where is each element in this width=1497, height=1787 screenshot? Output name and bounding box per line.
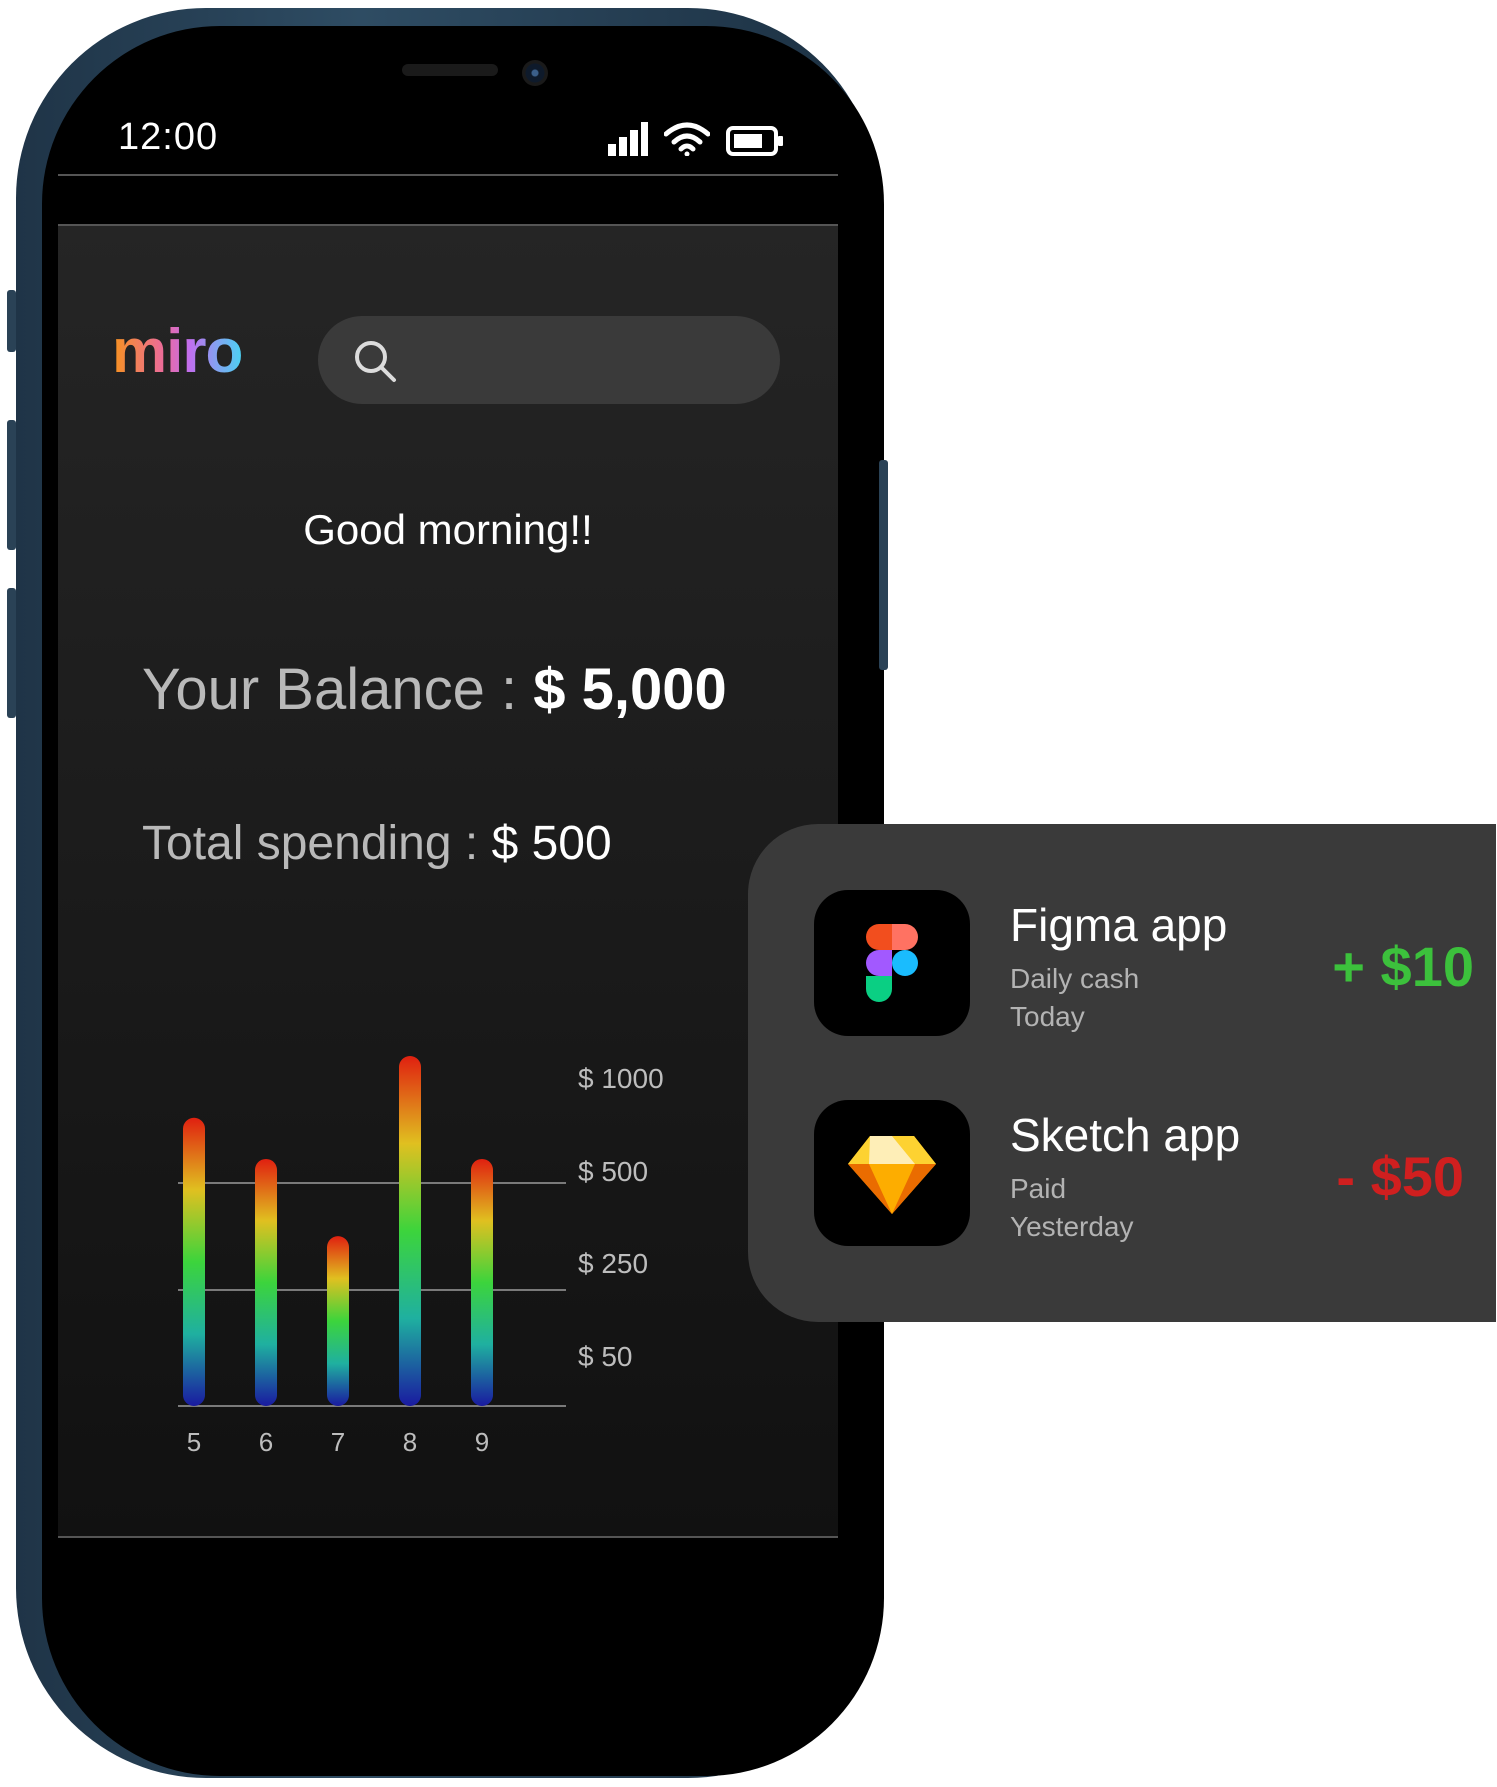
chart-bar (327, 1236, 349, 1406)
transaction-category: Daily cash (1010, 963, 1140, 994)
transaction-name: Sketch app (1010, 1109, 1241, 1161)
chart-bar (399, 1056, 421, 1406)
transaction-amount: - $50 (1336, 1145, 1464, 1208)
chart-y-tick-label: $ 500 (578, 1156, 648, 1187)
chart-y-tick-label: $ 50 (578, 1341, 633, 1372)
front-camera-icon (522, 60, 548, 86)
wifi-icon (664, 122, 710, 156)
transaction-category: Paid (1010, 1173, 1067, 1204)
phone-volume-up-button (7, 420, 16, 550)
figma-logo-icon (814, 890, 970, 1036)
chart-x-tick-label: 8 (403, 1427, 417, 1457)
status-icons (608, 122, 784, 156)
spending-bar-chart: 5 6 7 8 9 $ 1000 $ 500 $ 250 $ 50 (178, 1056, 664, 1457)
transaction-name: Figma app (1010, 899, 1228, 951)
chart-x-tick-label: 7 (331, 1427, 345, 1457)
chart-bar (183, 1117, 205, 1406)
transaction-date: Yesterday (1010, 1211, 1134, 1242)
app-screen: miro Good morning!! Your Balance : $ 5,0… (58, 224, 838, 1538)
chart-bar (471, 1158, 493, 1406)
chart-bar (255, 1158, 277, 1406)
chart-x-tick-label: 5 (187, 1427, 201, 1457)
transaction-details: Daily cash Today (1010, 960, 1139, 1036)
transaction-row[interactable]: Figma app Daily cash Today + $10 (814, 890, 1474, 1036)
chart-x-tick-label: 9 (475, 1427, 489, 1457)
status-time: 12:00 (118, 116, 219, 158)
transaction-amount: + $10 (1332, 935, 1474, 998)
transactions-card: Figma app Daily cash Today + $10 Sketch … (748, 824, 1496, 1322)
transaction-row[interactable]: Sketch app Paid Yesterday - $50 (814, 1100, 1474, 1246)
phone-volume-down-button (7, 588, 16, 718)
chart-y-tick-label: $ 250 (578, 1248, 648, 1279)
phone-side-button (7, 290, 16, 352)
transaction-date: Today (1010, 1001, 1085, 1032)
battery-icon (726, 126, 783, 156)
signal-icon (608, 122, 648, 156)
phone-speaker (402, 64, 498, 76)
sketch-logo-icon (814, 1100, 970, 1246)
chart-x-tick-label: 6 (259, 1427, 273, 1457)
phone-power-button (879, 460, 888, 670)
transaction-details: Paid Yesterday (1010, 1170, 1134, 1246)
chart-y-tick-label: $ 1000 (578, 1063, 664, 1094)
status-bar: 12:00 (58, 110, 838, 176)
